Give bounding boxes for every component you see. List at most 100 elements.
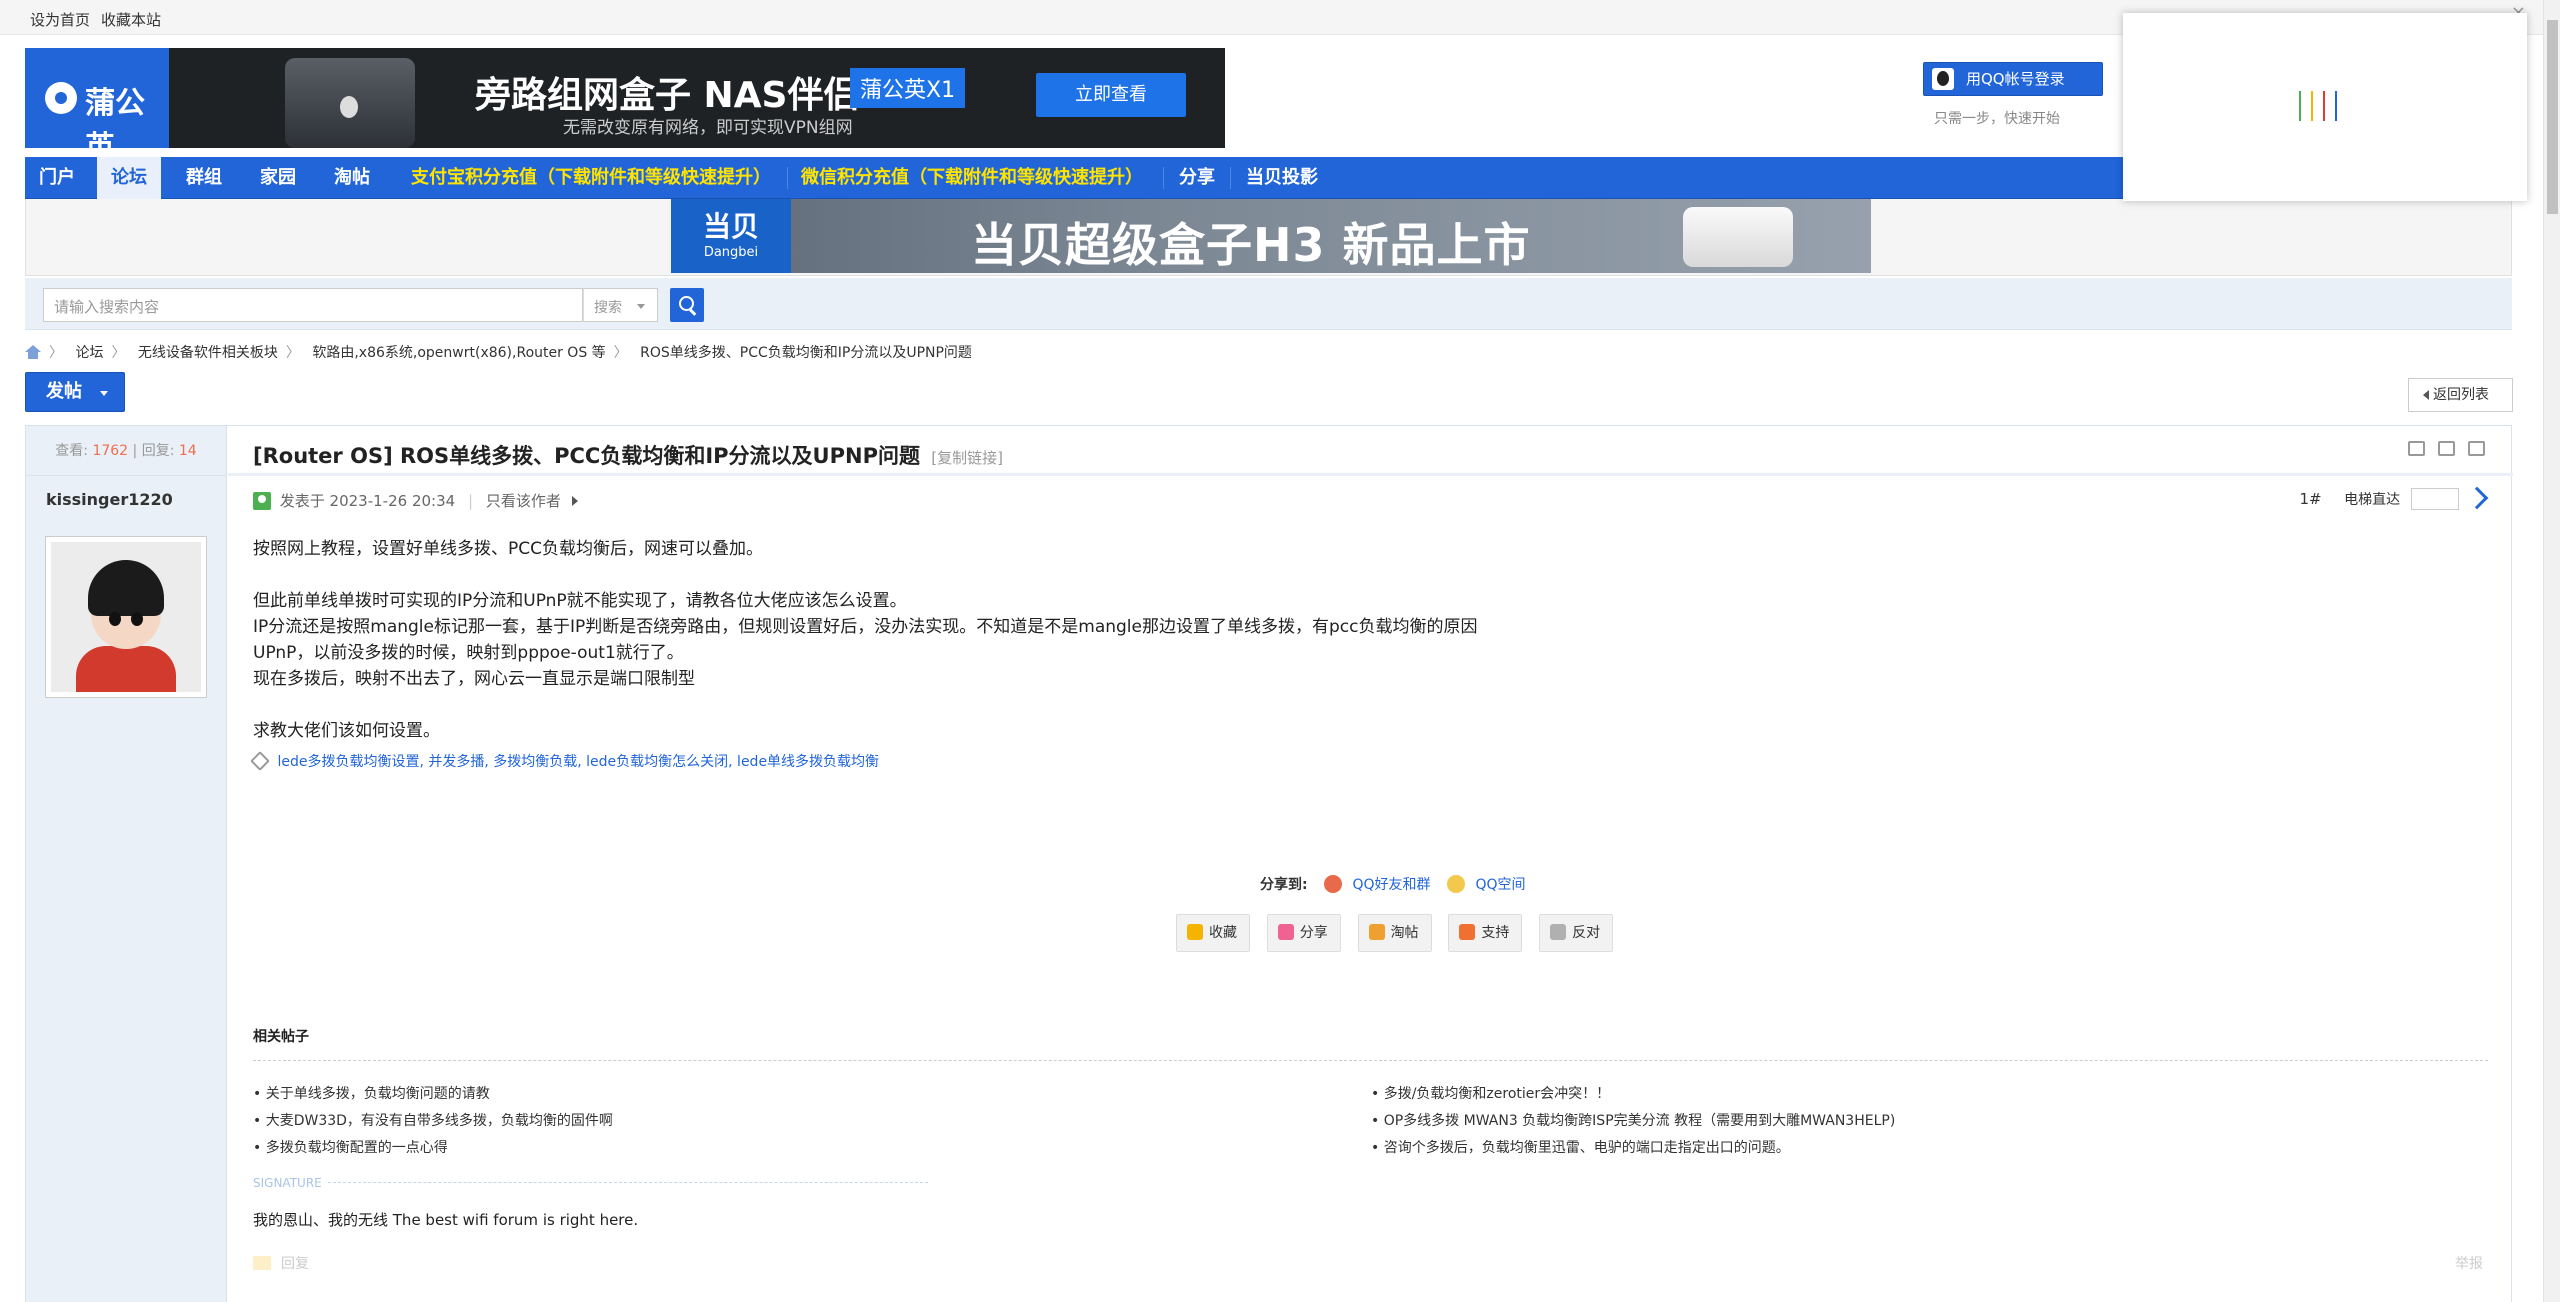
- qq-icon: [1932, 68, 1954, 90]
- bookmark-link[interactable]: 收藏本站: [101, 9, 161, 30]
- dangbei-banner[interactable]: 当贝 Dangbei 当贝超级盒子H3 新品上市: [671, 199, 1871, 273]
- post-meta: 发表于 2023-1-26 20:34 | 只看该作者: [253, 490, 578, 511]
- breadcrumb-forum[interactable]: 论坛: [75, 345, 103, 361]
- author-name[interactable]: kissinger1220: [26, 476, 226, 509]
- logo-icon: [45, 82, 77, 114]
- quick-start-text: 只需一步，快速开始: [1934, 111, 2060, 127]
- nav-item-wechat[interactable]: 微信积分充值（下载附件和等级快速提升）: [787, 157, 1157, 199]
- share-qzone-link[interactable]: QQ空间: [1475, 877, 1525, 893]
- banner-badge: 蒲公英X1: [850, 68, 966, 108]
- ad-banner[interactable]: 蒲公英 旁路组网盒子 NAS伴侣 蒲公英X1 无需改变原有网络，即可实现VPN组…: [25, 48, 1225, 148]
- floor-input[interactable]: [2410, 488, 2459, 510]
- scrollbar-thumb[interactable]: [2547, 20, 2558, 214]
- thumb-down-icon: [1550, 924, 1567, 940]
- breadcrumb-board[interactable]: 无线设备软件相关板块: [138, 345, 278, 361]
- floor-nav: 1# 电梯直达: [2299, 486, 2489, 510]
- nav-divider: [1163, 167, 1164, 189]
- related-posts: 相关帖子 • 关于单线多拨，负载均衡问题的请教 • 大麦DW33D，有没有自带多…: [253, 1026, 2488, 1156]
- nav-item-home[interactable]: 家园: [246, 157, 310, 199]
- prev-thread-icon[interactable]: [2438, 441, 2456, 456]
- thumb-up-icon: [1459, 924, 1476, 940]
- search-type-label: 搜索: [594, 300, 622, 316]
- home-icon[interactable]: [25, 345, 41, 359]
- share-qq-link[interactable]: QQ好友和群: [1353, 877, 1431, 893]
- breadcrumb-subboard[interactable]: 软路由,x86系统,openwrt(x86),Router OS 等: [312, 345, 605, 361]
- author-only-link[interactable]: 只看该作者: [486, 492, 561, 510]
- login-popup: [2123, 13, 2527, 201]
- thread-title: [Router OS] ROS单线多拨、PCC负载均衡和IP分流以及UPNP问题…: [253, 444, 1003, 468]
- set-home-link[interactable]: 设为首页: [30, 9, 90, 30]
- qq-login-button[interactable]: 用QQ帐号登录: [1923, 62, 2103, 96]
- collect-icon: [1368, 924, 1385, 940]
- device-image: [285, 58, 415, 148]
- loading-spinner: [2299, 91, 2347, 125]
- next-thread-icon[interactable]: [2468, 441, 2485, 456]
- related-item[interactable]: • 多拨负载均衡配置的一点心得: [253, 1137, 448, 1157]
- product-image: [1683, 207, 1793, 267]
- qq-icon: [1324, 875, 1343, 893]
- thread-title-row: [Router OS] ROS单线多拨、PCC负载均衡和IP分流以及UPNP问题…: [228, 426, 2513, 476]
- copy-link[interactable]: [复制链接]: [931, 449, 1003, 467]
- breadcrumb-thread[interactable]: ROS单线多拨、PCC负载均衡和IP分流以及UPNP问题: [640, 345, 972, 361]
- online-status-icon: [253, 492, 271, 510]
- post-tags: lede多拨负载均衡设置, 并发多播, 多拨均衡负载, lede负载均衡怎么关闭…: [250, 751, 879, 771]
- back-to-list-button[interactable]: 返回列表: [2408, 378, 2513, 412]
- oppose-button[interactable]: 反对: [1539, 914, 1614, 952]
- thread-tools: [2400, 441, 2485, 460]
- favorite-button[interactable]: 收藏: [1176, 914, 1250, 952]
- heart-icon: [1277, 924, 1294, 940]
- nav-item-alipay[interactable]: 支付宝积分充值（下载附件和等级快速提升）: [397, 157, 785, 199]
- new-post-label: 发帖: [46, 381, 82, 402]
- nav-item-collection[interactable]: 淘帖: [320, 157, 384, 199]
- related-item[interactable]: • 咨询个多拨后，负载均衡里迅雷、电驴的端口走指定出口的问题。: [1371, 1137, 1790, 1157]
- nav-item-forum[interactable]: 论坛: [97, 157, 161, 199]
- signature-label: SIGNATURE: [253, 1176, 933, 1190]
- nav-item-group[interactable]: 群组: [172, 157, 236, 199]
- post-actions: 收藏 分享 淘帖 支持 反对: [1176, 914, 1625, 952]
- banner-cta-button[interactable]: 立即查看: [1036, 73, 1186, 117]
- related-item[interactable]: • 关于单线多拨，负载均衡问题的请教: [253, 1083, 490, 1103]
- dangbei-title: 当贝超级盒子H3 新品上市: [971, 218, 1531, 272]
- banner-headline: 旁路组网盒子 NAS伴侣: [475, 75, 860, 116]
- avatar[interactable]: [45, 536, 207, 698]
- reply-count: 14: [178, 443, 197, 459]
- go-icon[interactable]: [2465, 486, 2489, 510]
- search-button[interactable]: [670, 288, 704, 322]
- support-button[interactable]: 支持: [1448, 914, 1523, 952]
- chevron-down-icon: [637, 304, 645, 309]
- tag-links[interactable]: lede多拨负载均衡设置, 并发多播, 多拨均衡负载, lede负载均衡怎么关闭…: [277, 754, 879, 770]
- nav-divider: [1230, 167, 1231, 189]
- print-icon[interactable]: [2408, 441, 2426, 456]
- share-row: 分享到: QQ好友和群 QQ空间: [1260, 875, 1526, 893]
- search-bar: 请输入搜索内容 搜索: [25, 278, 2512, 330]
- search-type-select[interactable]: 搜索: [583, 288, 658, 322]
- page-scrollbar[interactable]: [2543, 0, 2560, 1302]
- nav-item-share[interactable]: 分享: [1165, 157, 1229, 199]
- collect-button[interactable]: 淘帖: [1357, 914, 1432, 952]
- signature-text: 我的恩山、我的无线 The best wifi forum is right h…: [253, 1211, 639, 1229]
- dangbei-logo: 当贝 Dangbei: [671, 199, 791, 273]
- breadcrumb: 〉 论坛〉 无线设备软件相关板块〉 软路由,x86系统,openwrt(x86)…: [25, 342, 980, 362]
- logo-text: 蒲公英: [85, 86, 145, 148]
- chevron-down-icon: [100, 391, 108, 396]
- chevron-right-icon: [571, 496, 578, 506]
- nav-item-dangbei[interactable]: 当贝投影: [1232, 157, 1332, 199]
- related-item[interactable]: • 大麦DW33D，有没有自带多线多拨，负载均衡的固件啊: [253, 1110, 613, 1130]
- share-button[interactable]: 分享: [1266, 914, 1341, 952]
- related-title: 相关帖子: [253, 1026, 2488, 1061]
- report-link[interactable]: 举报: [2455, 1253, 2483, 1273]
- author-sidebar: 查看: 1762 | 回复: 14 kissinger1220: [26, 426, 227, 1302]
- post-content: 按照网上教程，设置好单线多拨、PCC负载均衡后，网速可以叠加。 但此前单线单拨时…: [253, 539, 1478, 741]
- dangbei-logo-cn: 当贝: [702, 210, 759, 243]
- related-item[interactable]: • 多拨/负载均衡和zerotier会冲突！！: [1371, 1083, 1610, 1103]
- thread-container: 查看: 1762 | 回复: 14 kissinger1220 [Router …: [25, 425, 2513, 1302]
- related-item[interactable]: • OP多线多拨 MWAN3 负载均衡跨ISP完美分流 教程（需要用到大雕MWA…: [1371, 1110, 1895, 1130]
- banner2-area: 当贝 Dangbei 当贝超级盒子H3 新品上市: [25, 199, 2512, 276]
- floor-number: 1#: [2299, 490, 2322, 508]
- new-post-button[interactable]: 发帖: [25, 372, 125, 412]
- search-input[interactable]: 请输入搜索内容: [43, 288, 583, 322]
- nav-item-portal[interactable]: 门户: [25, 157, 89, 199]
- reply-button[interactable]: 回复: [253, 1253, 309, 1273]
- post-date: 发表于 2023-1-26 20:34: [279, 492, 456, 510]
- pgy-logo: 蒲公英: [25, 48, 169, 148]
